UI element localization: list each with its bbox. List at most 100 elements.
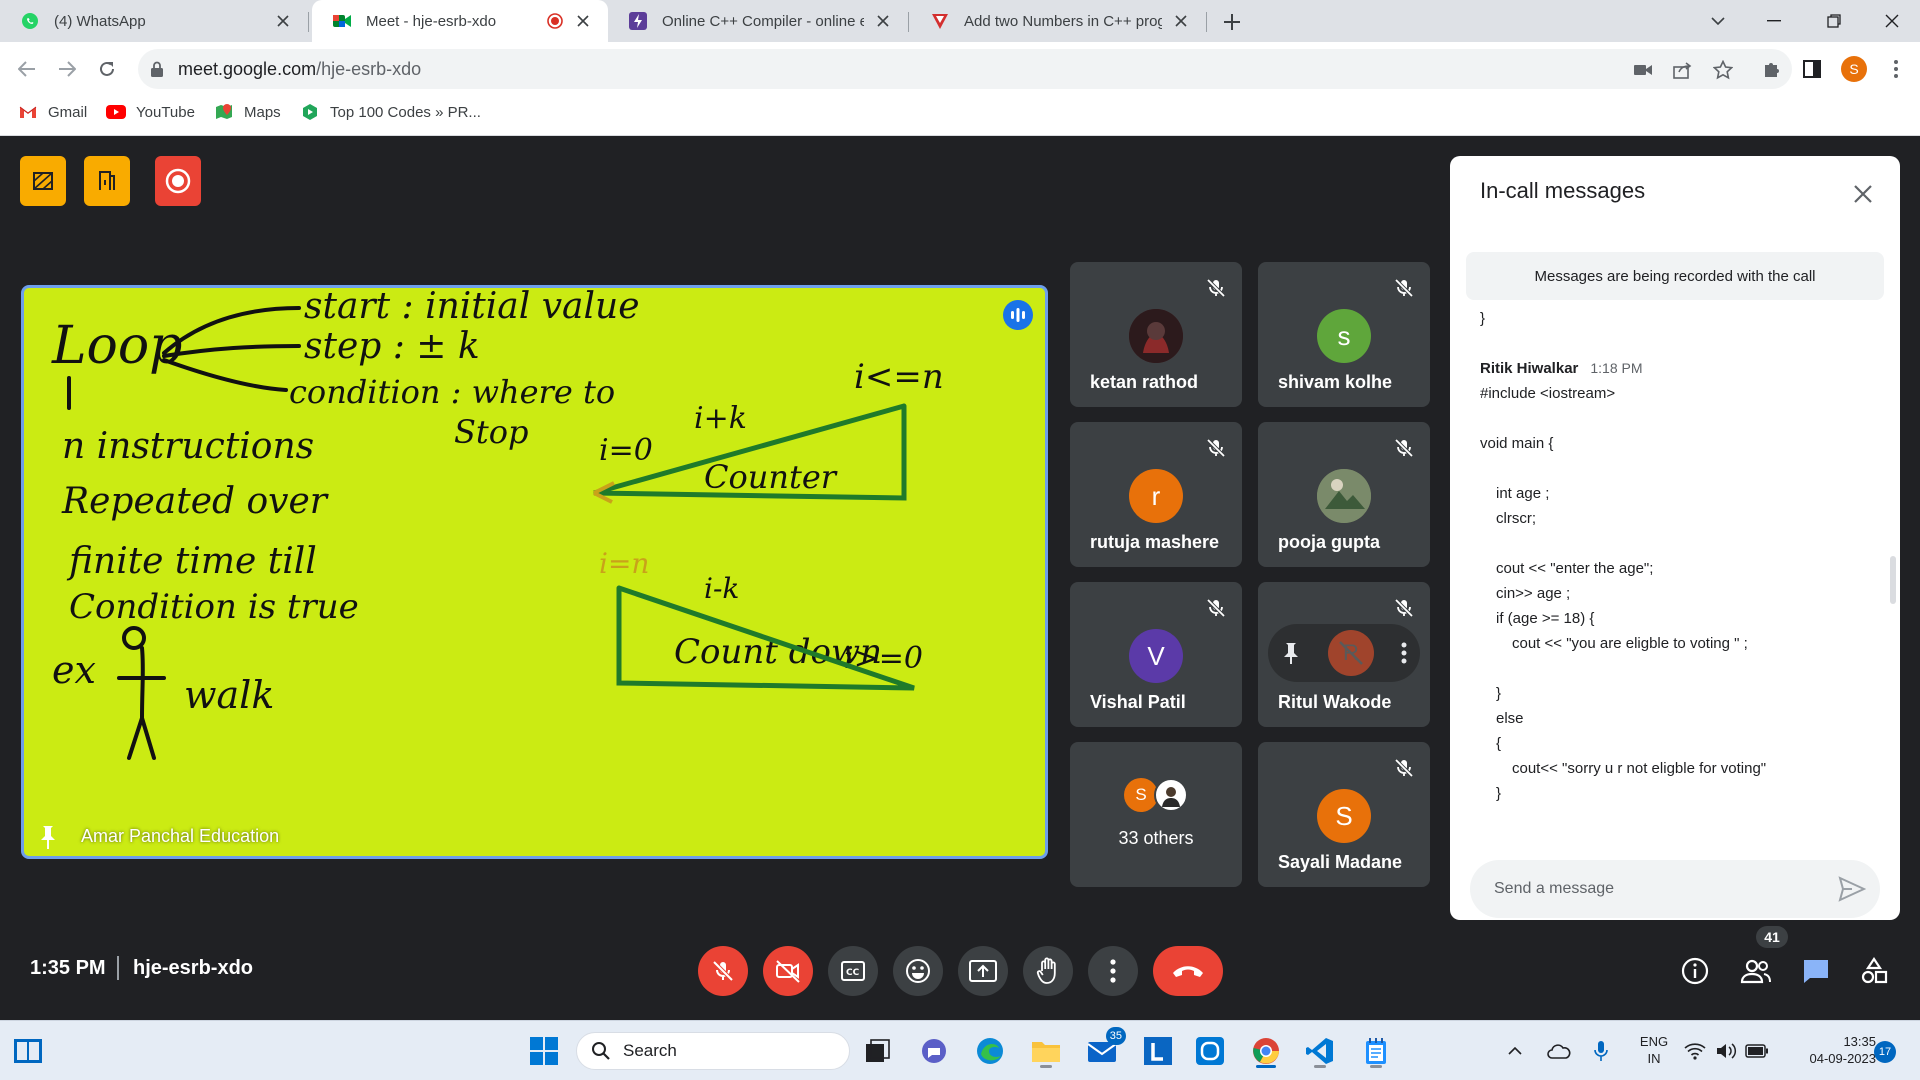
tab-add-two-numbers[interactable]: Add two Numbers in C++ progra [910, 0, 1206, 42]
chrome-menu-icon[interactable] [1884, 57, 1908, 81]
participant-name: Vishal Patil [1090, 692, 1186, 712]
background-off-icon[interactable] [20, 156, 66, 206]
taskbar-search[interactable]: Search [576, 1032, 850, 1070]
participant-name: pooja gupta [1278, 532, 1380, 552]
mic-off-icon [1392, 756, 1416, 780]
participant-tile[interactable]: pooja gupta [1258, 422, 1430, 567]
bookmark-youtube[interactable]: YouTube [106, 96, 195, 128]
start-icon[interactable] [524, 1031, 564, 1071]
tab-strip: (4) WhatsApp Meet - hje-esrb-xdo Online … [0, 0, 1920, 42]
bookmark-top-100-codes[interactable]: Top 100 Codes » PR... [300, 96, 481, 128]
avatar: V [1129, 629, 1183, 683]
people-icon[interactable] [1735, 950, 1777, 992]
send-icon[interactable] [1838, 876, 1866, 902]
system-clock[interactable]: 13:35 04-09-2023 [1780, 1033, 1877, 1067]
captions-icon: CC [841, 961, 865, 981]
participant-tile[interactable]: S Sayali Madane [1258, 742, 1430, 887]
pin-icon[interactable] [1281, 641, 1301, 665]
camera-in-use-icon[interactable] [1632, 59, 1654, 81]
vscode-icon[interactable] [1300, 1031, 1340, 1071]
participant-tile[interactable]: R Ritul Wakode [1258, 582, 1430, 727]
speaking-indicator-icon [1003, 300, 1033, 330]
onlinegdb-icon [628, 11, 648, 31]
bookmark-gmail[interactable]: Gmail [18, 96, 87, 128]
tab-google-meet[interactable]: Meet - hje-esrb-xdo [312, 0, 608, 42]
notepad-icon[interactable] [1356, 1031, 1396, 1071]
activities-icon[interactable] [1853, 950, 1895, 992]
wifi-icon[interactable] [1680, 1031, 1710, 1071]
chrome-icon[interactable] [1246, 1031, 1286, 1071]
more-options-icon[interactable] [1401, 642, 1407, 664]
bookmark-star-icon[interactable] [1712, 59, 1734, 81]
close-tab-icon[interactable] [272, 10, 294, 32]
message-line: } [1480, 310, 1486, 327]
side-panel-icon[interactable] [1800, 57, 1824, 81]
volume-icon[interactable] [1712, 1031, 1742, 1071]
share-icon[interactable] [1672, 59, 1694, 81]
onedrive-sync-icon[interactable] [1544, 1031, 1574, 1071]
message-list: } Ritik Hiwalkar 1:18 PM #include <iostre… [1480, 306, 1860, 838]
minimize-icon[interactable] [1746, 0, 1802, 42]
close-icon[interactable] [1845, 176, 1881, 212]
tab-whatsapp[interactable]: (4) WhatsApp [0, 0, 308, 42]
forward-icon[interactable] [52, 54, 82, 84]
meeting-details-icon[interactable] [1674, 950, 1716, 992]
microphone-in-use-icon[interactable] [1586, 1031, 1616, 1071]
whiteboard-writing: Loop start : initial value step : ± k co… [51, 288, 944, 760]
reactions-button[interactable] [893, 946, 943, 996]
chat-icon[interactable] [1795, 950, 1837, 992]
back-icon[interactable] [12, 54, 42, 84]
teams-chat-icon[interactable] [914, 1031, 954, 1071]
app-square-icon[interactable] [1190, 1031, 1230, 1071]
task-view-icon[interactable] [858, 1031, 898, 1071]
presentation-tile[interactable]: Loop start : initial value step : ± k co… [21, 285, 1048, 859]
address-bar[interactable]: meet.google.com/hje-esrb-xdo [138, 49, 1792, 89]
lock-icon[interactable] [150, 61, 164, 77]
host-controls-icon[interactable] [84, 156, 130, 206]
extensions-icon[interactable] [1760, 57, 1784, 81]
close-tab-icon[interactable] [572, 10, 594, 32]
more-options-button[interactable] [1088, 946, 1138, 996]
camera-off-icon [776, 960, 800, 983]
participant-tile[interactable]: ketan rathod [1070, 262, 1242, 407]
chat-scrollbar[interactable] [1890, 556, 1896, 604]
whatsapp-icon [20, 11, 40, 31]
close-tab-icon[interactable] [872, 10, 894, 32]
message-header: Ritik Hiwalkar 1:18 PM [1480, 356, 1860, 381]
input-language[interactable]: ENG IN [1634, 1033, 1674, 1067]
file-explorer-icon[interactable] [1026, 1031, 1066, 1071]
mail-icon[interactable]: 35 [1082, 1027, 1126, 1071]
board-condition: condition : where to [289, 373, 615, 411]
profile-avatar[interactable]: S [1841, 56, 1867, 82]
close-window-icon[interactable] [1864, 0, 1920, 42]
tab-online-compiler[interactable]: Online C++ Compiler - online ed [608, 0, 908, 42]
participant-tile[interactable]: r rutuja mashere [1070, 422, 1242, 567]
leave-call-button[interactable] [1153, 946, 1223, 996]
raise-hand-button[interactable] [1023, 946, 1073, 996]
restore-icon[interactable] [1806, 0, 1862, 42]
close-tab-icon[interactable] [1170, 10, 1192, 32]
camera-toggle-button[interactable] [763, 946, 813, 996]
linkedin-learning-icon[interactable] [1138, 1031, 1178, 1071]
battery-icon[interactable] [1742, 1031, 1772, 1071]
participant-tile[interactable]: V Vishal Patil [1070, 582, 1242, 727]
present-button[interactable] [958, 946, 1008, 996]
message-line: cin>> age ; [1496, 585, 1571, 602]
mic-toggle-button[interactable] [698, 946, 748, 996]
new-tab-button[interactable] [1218, 8, 1246, 36]
send-message-input[interactable]: Send a message [1470, 860, 1880, 918]
captions-button[interactable]: CC [828, 946, 878, 996]
edge-icon[interactable] [970, 1031, 1010, 1071]
tab-search-chevron-icon[interactable] [1690, 0, 1746, 42]
others-tile[interactable]: S 33 others [1070, 742, 1242, 887]
recording-indicator-icon[interactable] [155, 156, 201, 206]
bookmark-maps[interactable]: Maps [214, 96, 281, 128]
pin-icon[interactable] [36, 824, 60, 850]
notification-badge[interactable]: 17 [1874, 1041, 1896, 1063]
mic-off-icon [712, 960, 734, 982]
tab-title: Meet - hje-esrb-xdo [366, 12, 497, 30]
show-hidden-icons-chevron-icon[interactable] [1502, 1031, 1528, 1071]
participant-tile[interactable]: s shivam kolhe [1258, 262, 1430, 407]
reload-icon[interactable] [92, 54, 122, 84]
widgets-icon[interactable] [8, 1031, 48, 1071]
